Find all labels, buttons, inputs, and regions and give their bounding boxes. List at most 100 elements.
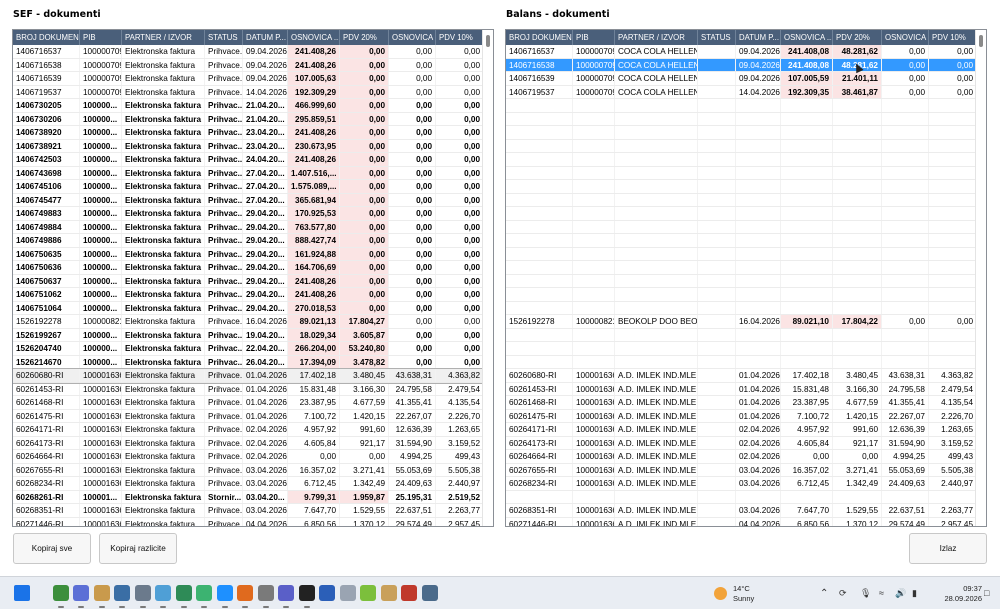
table-row[interactable]: 1406743698 100000... Elektronska faktura Pr… [13,166,493,180]
table-row[interactable]: 60260680-RI 100001636 A.D. IMLEK IND.MLE..… [506,369,986,383]
column-header[interactable]: PIB [573,30,615,45]
table-row[interactable]: 1406716537100000709COCA COLA HELLENI... 0… [506,45,986,59]
photos-icon[interactable] [216,585,233,601]
right-scrollbar[interactable] [975,30,986,526]
table-row[interactable]: 1406749883 100000... Elektronska faktura Pr… [13,207,493,221]
table-row[interactable]: 60264173-RI 100001636 A.D. IMLEK IND.MLE..… [506,436,986,450]
excel-icon[interactable] [175,585,192,601]
right-scrollbar-thumb[interactable] [979,35,983,47]
network-icon[interactable] [421,585,438,601]
teams-icon[interactable] [278,585,294,601]
table-row[interactable]: 1406716539 100000709 Elektronska faktura Pr… [13,72,493,86]
right-grid[interactable]: BROJ DOKUMEN... PIB PARTNER / IZVOR STATUS D… [505,29,987,527]
wifi-icon[interactable]: ≈ [879,588,884,598]
column-header[interactable]: BROJ DOKUMEN... [506,30,573,45]
document-icon[interactable] [339,585,356,601]
table-row[interactable]: 1406738921 100000... Elektronska faktura Pr… [13,139,493,153]
column-header[interactable]: STATUS [205,30,243,45]
word-icon[interactable] [319,585,335,601]
copy-all-button[interactable]: Kopiraj sve [13,533,91,564]
table-row[interactable]: 1406738920 100000... Elektronska faktura Pr… [13,126,493,140]
column-header[interactable]: OSNOVICA ... [288,30,340,45]
table-row[interactable]: 60267655-RI 100001636 Elektronska faktura P… [13,463,493,477]
table-row[interactable]: 1406719537 100000709 Elektronska faktura Pr… [13,85,493,99]
table-row[interactable]: 1526192278100000821BEOKOLP DOO BEOG... 16… [506,315,986,329]
column-header[interactable]: OSNOVICA ... [389,30,436,45]
package-icon[interactable] [93,585,110,601]
table-row[interactable]: 60268234-RI 100001636 A.D. IMLEK IND.MLE..… [506,477,986,491]
archive-icon[interactable] [380,585,397,601]
clock-time[interactable]: 09:37 [963,584,982,593]
table-row[interactable]: 1406745106 100000... Elektronska faktura Pr… [13,180,493,194]
battery-icon[interactable]: ▮ [912,588,917,599]
column-header[interactable]: PDV 10% [929,30,977,45]
table-row[interactable]: 60271446-RI 100001636 Elektronska faktura P… [13,517,493,526]
clock-date[interactable]: 28.09.2026 [944,594,982,603]
left-grid[interactable]: BROJ DOKUMEN... PIB PARTNER / IZVOR STATUS D… [12,29,494,527]
tools-icon[interactable] [257,585,274,601]
table-row[interactable]: 1526214670 100000... Elektronska faktura Pr… [13,355,493,369]
column-header[interactable]: PARTNER / IZVOR [122,30,205,45]
column-header[interactable]: STATUS [698,30,736,45]
sync-icon[interactable]: ⟳ [839,588,847,599]
database-icon[interactable] [114,585,130,601]
left-scrollbar-thumb[interactable] [486,35,490,47]
table-row[interactable]: 60261453-RI 100001636 A.D. IMLEK IND.MLE..… [506,382,986,396]
table-row[interactable]: 60261475-RI 100001636 Elektronska faktura P… [13,409,493,423]
column-header[interactable]: OSNOVICA ... [781,30,833,45]
table-row[interactable]: 60264173-RI 100001636 Elektronska faktura P… [13,436,493,450]
android-icon[interactable] [360,585,376,601]
table-row[interactable]: 60261468-RI 100001636 Elektronska faktura P… [13,396,493,410]
table-row[interactable]: 1406742503 100000... Elektronska faktura Pr… [13,153,493,167]
table-row[interactable]: 60268351-RI 100001636 Elektronska faktura P… [13,504,493,518]
table-row[interactable]: 1526204740 100000... Elektronska faktura Pr… [13,342,493,356]
table-row[interactable]: 1526192278 100000821 Elektronska faktura Pr… [13,315,493,329]
table-row[interactable]: 1406745477 100000... Elektronska faktura Pr… [13,193,493,207]
table-row[interactable]: 1406730205 100000... Elektronska faktura Pr… [13,99,493,113]
table-row[interactable]: 60271446-RI 100001636 A.D. IMLEK IND.MLE..… [506,517,986,526]
column-header[interactable]: PIB [80,30,122,45]
weather-desc[interactable]: Sunny [733,594,754,603]
save-icon[interactable] [73,585,89,601]
column-header[interactable]: DATUM P... [243,30,288,45]
window-icon[interactable] [134,585,151,601]
table-row[interactable]: 1406751064 100000... Elektronska faktura Pr… [13,301,493,315]
table-row[interactable]: 60261475-RI 100001636 A.D. IMLEK IND.MLE..… [506,409,986,423]
table-row[interactable]: 60264664-RI 100001636 A.D. IMLEK IND.MLE..… [506,450,986,464]
table-row[interactable]: 1406716539100000709COCA COLA HELLENI... 0… [506,72,986,86]
table-row[interactable]: 60268261-RI 100001... Elektronska faktura S… [13,490,493,504]
weather-temp[interactable]: 14°C [733,584,750,593]
table-row[interactable]: 60267655-RI 100001636 A.D. IMLEK IND.MLE..… [506,463,986,477]
github-icon[interactable] [298,585,315,601]
table-row[interactable]: 1406749886 100000... Elektronska faktura Pr… [13,234,493,248]
table-row[interactable]: 60264664-RI 100001636 Elektronska faktura P… [13,450,493,464]
chat-icon[interactable] [196,585,212,601]
table-row[interactable]: 1406716537 100000709 Elektronska faktura Pr… [13,45,493,59]
table-row[interactable]: 60264171-RI 100001636 Elektronska faktura P… [13,423,493,437]
firefox-icon[interactable] [237,585,253,601]
table-row[interactable]: 1406750635 100000... Elektronska faktura Pr… [13,247,493,261]
copy-different-button[interactable]: Kopiraj razlicite [99,533,177,564]
table-row[interactable]: 1526199267 100000... Elektronska faktura Pr… [13,328,493,342]
notepad-icon[interactable] [52,585,69,601]
column-header[interactable]: PDV 20% [833,30,882,45]
column-header[interactable]: DATUM P... [736,30,781,45]
microphone-icon[interactable]: 🎙 [860,588,871,599]
table-row[interactable]: 1406716538 100000709 Elektronska faktura Pr… [13,58,493,72]
table-row[interactable]: 60260680-RI 100001636 Elektronska faktura P… [13,368,493,384]
table-row[interactable]: 60264171-RI 100001636 A.D. IMLEK IND.MLE..… [506,423,986,437]
exit-button[interactable]: Izlaz [909,533,987,564]
column-header[interactable]: PDV 10% [436,30,484,45]
table-row[interactable]: 60268351-RI 100001636 A.D. IMLEK IND.MLE..… [506,504,986,518]
column-header[interactable]: OSNOVICA ... [882,30,929,45]
column-header[interactable]: PARTNER / IZVOR [615,30,698,45]
table-row[interactable]: 1406750636 100000... Elektronska faktura Pr… [13,261,493,275]
windows-start-icon[interactable] [14,585,30,601]
presentation-icon[interactable] [401,585,417,601]
paint-icon[interactable] [155,585,171,601]
volume-icon[interactable]: 🔊 [895,588,906,599]
table-row[interactable]: 60261453-RI 100001636 Elektronska faktura P… [13,382,493,396]
table-row[interactable]: 1406749884 100000... Elektronska faktura Pr… [13,220,493,234]
chevron-up-icon[interactable]: ⌃ [820,588,828,599]
column-header[interactable]: PDV 20% [340,30,389,45]
